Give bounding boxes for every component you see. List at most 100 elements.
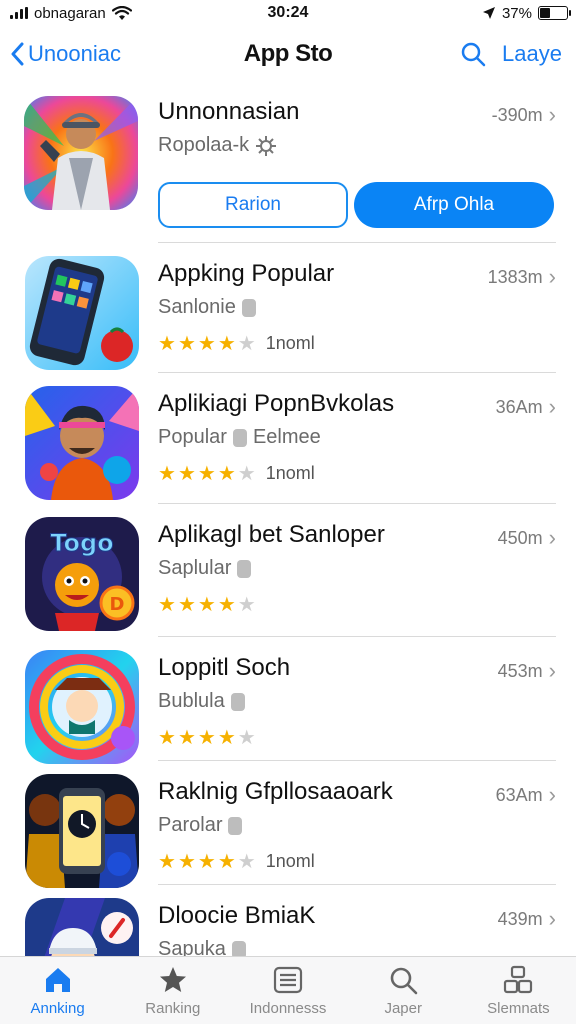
apps-icon bbox=[504, 965, 533, 994]
app-icon bbox=[25, 386, 139, 500]
app-icon bbox=[25, 650, 139, 764]
app-size-text: 439m bbox=[497, 908, 543, 929]
star-filled-icon: ★ bbox=[197, 463, 216, 485]
tab-search[interactable]: Japer bbox=[346, 957, 461, 1024]
home-icon bbox=[45, 968, 70, 992]
app-size: 450m › bbox=[498, 525, 556, 551]
search-icon[interactable] bbox=[460, 41, 486, 67]
app-row[interactable]: Loppitl Soch Bublula ★ ★ ★ ★ ★ 453m › bbox=[0, 636, 576, 764]
tab-bar: Annking Ranking Indonnesss Japer Slemnat… bbox=[0, 956, 576, 1024]
app-list: Unnonnasian Ropolaa-k -390m › Rarion Afr… bbox=[0, 86, 576, 1012]
app-subtitle: Parolar bbox=[158, 814, 556, 837]
info-badge-icon bbox=[228, 816, 243, 835]
app-size-text: 1383m bbox=[487, 266, 543, 287]
app-text: Dloocie BmiaK Sapuka bbox=[158, 902, 556, 961]
app-icon: Togo D bbox=[25, 517, 139, 631]
app-subtitle: Popular Eelmee bbox=[158, 426, 556, 449]
star-filled-icon: ★ bbox=[177, 333, 196, 355]
rating-label: 1noml bbox=[265, 851, 315, 871]
battery-fill bbox=[540, 8, 550, 18]
app-subtitle: Ropolaa-k bbox=[158, 134, 556, 157]
tab-apps[interactable]: Slemnats bbox=[461, 957, 576, 1024]
nav-right: Laaye bbox=[460, 41, 562, 67]
back-button[interactable]: Unooniac bbox=[10, 41, 121, 67]
app-subtitle-text: Popular bbox=[158, 426, 227, 448]
star-filled-icon: ★ bbox=[158, 594, 176, 616]
chevron-right-icon: › bbox=[548, 906, 556, 931]
tab-label: Indonnesss bbox=[249, 1000, 327, 1017]
app-row[interactable]: Raklnig Gfpllosaaoark Parolar ★ ★ ★ ★ ★ 1noml 63… bbox=[0, 760, 576, 888]
star-filled-icon: ★ bbox=[158, 333, 176, 355]
rating-label: 1noml bbox=[265, 333, 315, 353]
star-filled-icon: ★ bbox=[217, 594, 236, 616]
chevron-right-icon: › bbox=[548, 264, 556, 289]
star-filled-icon: ★ bbox=[217, 333, 236, 355]
app-size: -390m › bbox=[492, 102, 556, 128]
app-subtitle: Saplular bbox=[158, 557, 556, 580]
battery-icon bbox=[538, 6, 571, 20]
app-size-text: 36Am bbox=[495, 396, 543, 417]
tab-label: Annking bbox=[30, 1000, 85, 1017]
star-filled-icon: ★ bbox=[158, 851, 176, 873]
star-rating: ★ ★ ★ ★ ★ bbox=[158, 592, 556, 617]
star-filled-icon: ★ bbox=[217, 463, 236, 485]
row-divider bbox=[158, 503, 556, 504]
tab-ranking[interactable]: Ranking bbox=[115, 957, 230, 1024]
star-empty-icon: ★ bbox=[237, 727, 256, 749]
star-filled-icon: ★ bbox=[197, 727, 216, 749]
rating-label: 1noml bbox=[265, 463, 315, 483]
star-empty-icon: ★ bbox=[237, 594, 256, 616]
app-row[interactable]: Togo D Aplikagl bet Sanloper Saplular ★ ★ ★ ★ ★ 4… bbox=[0, 503, 576, 636]
status-bar: obnagaran 30:24 37% bbox=[0, 0, 576, 26]
nav-right-button[interactable]: Laaye bbox=[502, 41, 562, 67]
chevron-right-icon: › bbox=[548, 782, 556, 807]
app-subtitle-text: Ropolaa-k bbox=[158, 134, 250, 156]
outline-button[interactable]: Rarion bbox=[158, 182, 348, 228]
chevron-left-icon bbox=[11, 42, 24, 66]
app-name: Dloocie BmiaK bbox=[158, 902, 316, 929]
app-row[interactable]: Appking Popular Sanlonie ★ ★ ★ ★ ★ 1noml 1383m › bbox=[0, 242, 576, 372]
app-subtitle-text: Sanlonie bbox=[158, 296, 236, 318]
nav-bar: Unooniac App Sto Laaye bbox=[0, 30, 576, 78]
tab-home[interactable]: Annking bbox=[0, 957, 115, 1024]
star-empty-icon: ★ bbox=[237, 851, 256, 873]
star-filled-icon: ★ bbox=[217, 851, 236, 873]
star-empty-icon: ★ bbox=[237, 333, 256, 355]
carrier-label: obnagaran bbox=[34, 4, 106, 22]
star-rating: ★ ★ ★ ★ ★ 1noml bbox=[158, 849, 556, 874]
app-subtitle-text: Bublula bbox=[158, 690, 225, 712]
info-badge-icon bbox=[241, 298, 256, 317]
app-text: Aplikagl bet Sanloper Saplular ★ ★ ★ ★ ★ bbox=[158, 521, 556, 617]
star-empty-icon: ★ bbox=[237, 463, 256, 485]
star-filled-icon: ★ bbox=[197, 594, 216, 616]
app-size-text: 453m bbox=[497, 660, 543, 681]
tab-list[interactable]: Indonnesss bbox=[230, 957, 345, 1024]
app-size: 439m › bbox=[498, 906, 556, 932]
status-right: 37% bbox=[482, 5, 571, 22]
featured-app-row[interactable]: Unnonnasian Ropolaa-k -390m › Rarion Afr… bbox=[0, 86, 576, 242]
gear-icon bbox=[256, 135, 277, 156]
app-subtitle-text: Saplular bbox=[158, 557, 232, 579]
back-label: Unooniac bbox=[28, 41, 121, 66]
svg-text:D: D bbox=[110, 594, 125, 615]
status-left: obnagaran bbox=[10, 5, 482, 22]
chevron-right-icon: › bbox=[548, 102, 556, 127]
row-divider bbox=[158, 242, 556, 243]
app-name: Aplikagl bet Sanloper bbox=[158, 521, 385, 548]
tab-label: Slemnats bbox=[487, 1000, 550, 1017]
star-filled-icon: ★ bbox=[217, 727, 236, 749]
app-name: Loppitl Soch bbox=[158, 654, 291, 681]
get-button[interactable]: Afrp Ohla bbox=[354, 182, 554, 228]
app-row[interactable]: Aplikiagi PopnBvkolas Popular Eelmee ★ ★ ★ ★ ★ 1… bbox=[0, 372, 576, 503]
info-badge-icon bbox=[230, 692, 245, 711]
star-filled-icon: ★ bbox=[158, 463, 176, 485]
app-rows: Appking Popular Sanlonie ★ ★ ★ ★ ★ 1noml 1383m › A… bbox=[0, 242, 576, 1012]
list-icon bbox=[273, 966, 303, 994]
star-filled-icon: ★ bbox=[177, 851, 196, 873]
star-filled-icon: ★ bbox=[197, 333, 216, 355]
row-divider bbox=[158, 760, 556, 761]
chevron-right-icon: › bbox=[548, 525, 556, 550]
app-icon-featured bbox=[24, 96, 138, 210]
row-divider bbox=[158, 884, 556, 885]
app-icon bbox=[25, 774, 139, 888]
